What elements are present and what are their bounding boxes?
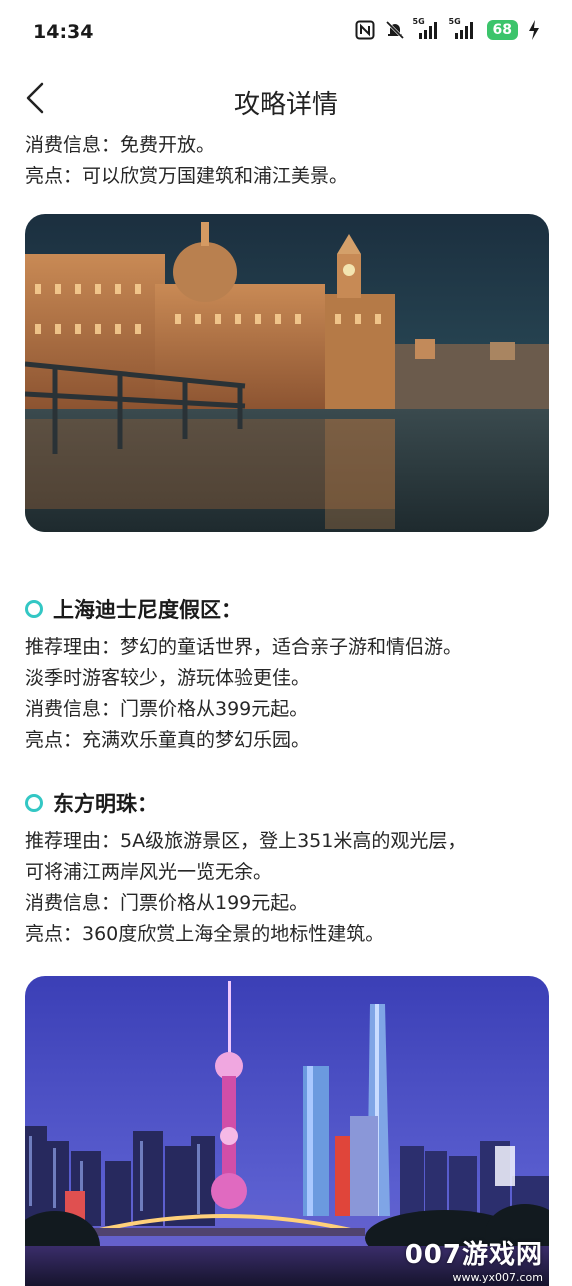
status-icons: 5G 5G 68 xyxy=(355,17,540,40)
pearl-title-text: 东方明珠： xyxy=(53,792,158,816)
intro-consumption: 消费信息：免费开放。 xyxy=(25,134,216,156)
pearl-reason: 推荐理由：5A级旅游景区，登上351米高的观光层， xyxy=(25,830,467,852)
nav-header: 攻略详情 xyxy=(0,70,572,130)
battery-indicator: 68 xyxy=(486,20,518,40)
skyline-photo: 007游戏网 www.yx007.com xyxy=(25,976,549,1286)
watermark-brand: 007游戏网 xyxy=(404,1240,543,1270)
nfc-icon xyxy=(355,20,375,40)
network-type-2: 5G xyxy=(448,17,461,26)
article-content: 消费信息：免费开放。 亮点：可以欣赏万国建筑和浦江美景。 上海迪士尼度假区： 推… xyxy=(25,130,550,1286)
network-type-1: 5G xyxy=(412,17,425,26)
disney-reason-cont: 淡季时游客较少，游玩体验更佳。 xyxy=(25,667,311,689)
status-time: 14:34 xyxy=(33,21,94,43)
pearl-reason-cont: 可将浦江两岸风光一览无余。 xyxy=(25,861,273,883)
intro-highlight: 亮点：可以欣赏万国建筑和浦江美景。 xyxy=(25,165,349,187)
disney-reason: 推荐理由：梦幻的童话世界，适合亲子游和情侣游。 xyxy=(25,636,463,658)
charging-icon xyxy=(529,20,539,40)
disney-highlight: 亮点：充满欢乐童真的梦幻乐园。 xyxy=(25,729,311,751)
pearl-consumption: 消费信息：门票价格从199元起。 xyxy=(25,892,309,914)
signal-icon-1: 5G xyxy=(413,17,441,39)
signal-icon-2: 5G xyxy=(449,17,477,39)
mute-bell-icon xyxy=(385,20,404,40)
status-bar: 14:34 5G 5G 68 xyxy=(0,0,572,62)
watermark: 007游戏网 www.yx007.com xyxy=(405,1234,543,1284)
bund-photo xyxy=(25,214,549,532)
section-title-pearl: 东方明珠： xyxy=(25,786,550,820)
disney-title-text: 上海迪士尼度假区： xyxy=(53,598,242,622)
disney-consumption: 消费信息：门票价格从399元起。 xyxy=(25,698,309,720)
bullet-ring-icon xyxy=(25,600,43,618)
section-title-disney: 上海迪士尼度假区： xyxy=(25,592,550,626)
pearl-highlight: 亮点：360度欣赏上海全景的地标性建筑。 xyxy=(25,923,385,945)
page-title: 攻略详情 xyxy=(233,90,338,120)
watermark-url: www.yx007.com xyxy=(452,1271,543,1284)
bullet-ring-icon xyxy=(25,794,43,812)
